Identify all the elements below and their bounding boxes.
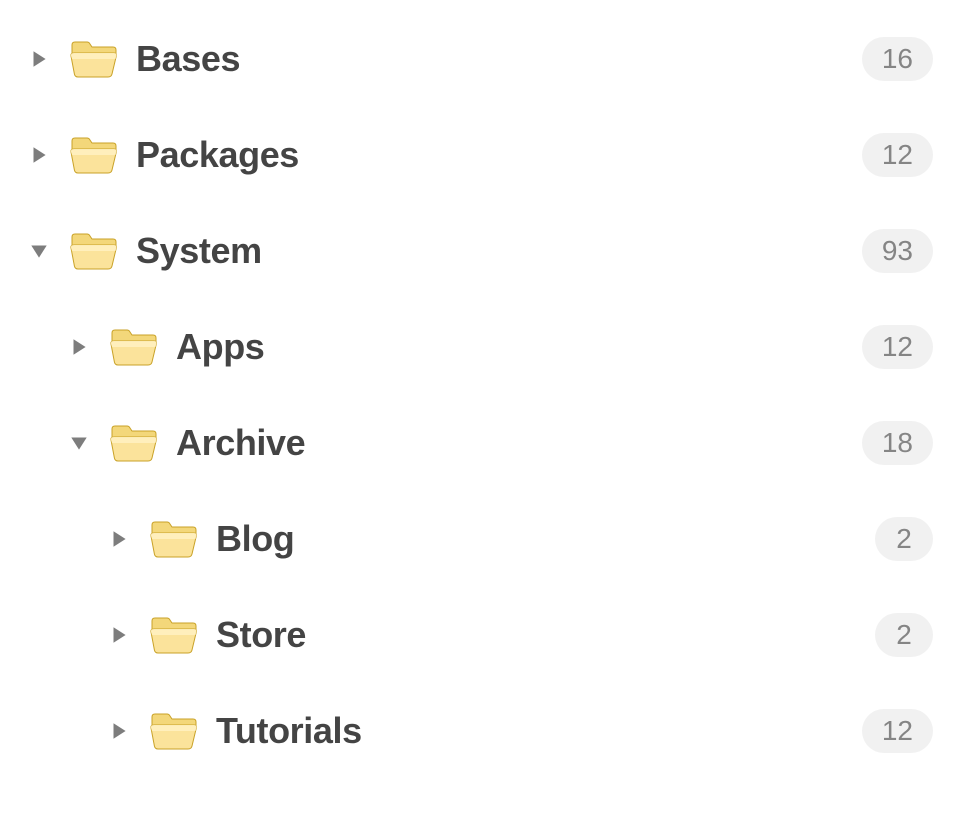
tree-item-label: Apps (176, 326, 862, 368)
chevron-right-icon[interactable] (104, 716, 134, 746)
folder-icon (150, 615, 198, 655)
tree-item[interactable]: Bases16 (24, 28, 933, 90)
tree-item[interactable]: Blog2 (24, 508, 933, 570)
tree-item-label: Blog (216, 518, 875, 560)
chevron-right-icon[interactable] (24, 44, 54, 74)
count-badge: 2 (875, 517, 933, 561)
folder-icon (150, 519, 198, 559)
count-badge: 16 (862, 37, 933, 81)
folder-icon (110, 423, 158, 463)
folder-icon (70, 231, 118, 271)
tree-item[interactable]: Tutorials12 (24, 700, 933, 762)
chevron-down-icon[interactable] (64, 428, 94, 458)
tree-item[interactable]: Apps12 (24, 316, 933, 378)
chevron-right-icon[interactable] (104, 524, 134, 554)
chevron-right-icon[interactable] (64, 332, 94, 362)
tree-item-label: Bases (136, 38, 862, 80)
count-badge: 2 (875, 613, 933, 657)
tree-item-label: Packages (136, 134, 862, 176)
tree-item[interactable]: Store2 (24, 604, 933, 666)
folder-icon (70, 39, 118, 79)
tree-item[interactable]: Packages12 (24, 124, 933, 186)
tree-item[interactable]: Archive18 (24, 412, 933, 474)
chevron-right-icon[interactable] (104, 620, 134, 650)
folder-tree: Bases16Packages12System93Apps12Archive18… (24, 28, 933, 762)
folder-icon (150, 711, 198, 751)
tree-item-label: System (136, 230, 862, 272)
folder-icon (110, 327, 158, 367)
count-badge: 12 (862, 133, 933, 177)
chevron-down-icon[interactable] (24, 236, 54, 266)
tree-item[interactable]: System93 (24, 220, 933, 282)
tree-item-label: Tutorials (216, 710, 862, 752)
count-badge: 12 (862, 709, 933, 753)
chevron-right-icon[interactable] (24, 140, 54, 170)
count-badge: 12 (862, 325, 933, 369)
tree-item-label: Store (216, 614, 875, 656)
count-badge: 18 (862, 421, 933, 465)
count-badge: 93 (862, 229, 933, 273)
folder-icon (70, 135, 118, 175)
tree-item-label: Archive (176, 422, 862, 464)
